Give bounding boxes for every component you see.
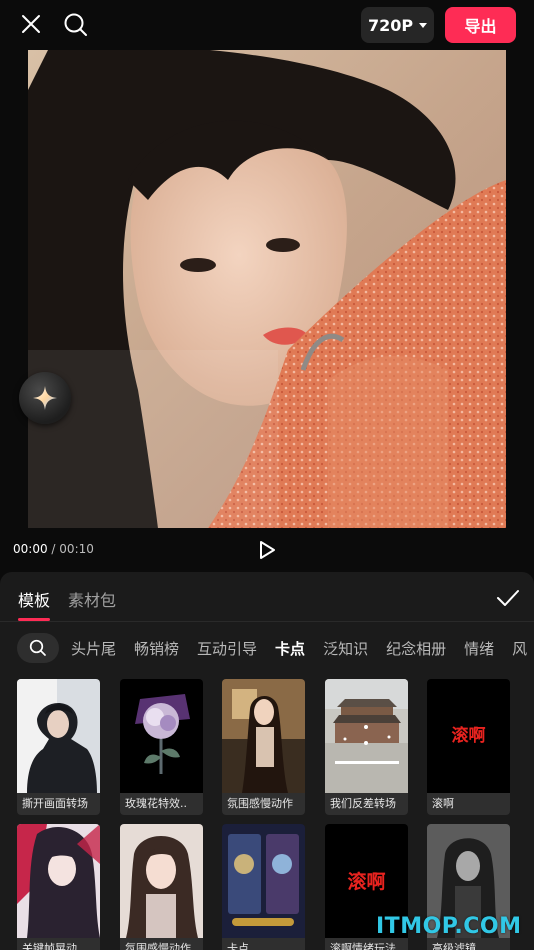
template-thumbnail — [222, 824, 305, 938]
video-preview[interactable] — [28, 50, 506, 528]
watermark: ITMOP.COM — [376, 914, 522, 939]
template-label: 滚啊 — [427, 793, 510, 815]
category-bar: 头片尾 畅销榜 互动引导 卡点 泛知识 纪念相册 情绪 风 — [17, 632, 534, 664]
category-memorial-album[interactable]: 纪念相册 — [386, 638, 446, 659]
thumb-text: 滚啊 — [347, 870, 385, 893]
caret-down-icon — [419, 22, 428, 28]
thumb-text: 滚啊 — [452, 725, 486, 746]
resolution-selector[interactable]: 720P — [361, 7, 434, 43]
playback-time: 00:00 / 00:10 — [13, 542, 94, 556]
preview-image — [28, 50, 506, 528]
template-thumbnail — [120, 679, 203, 793]
time-separator: / — [51, 542, 56, 556]
play-icon[interactable] — [256, 538, 278, 562]
template-card[interactable]: 关键帧晃动.. — [17, 824, 100, 950]
template-thumbnail — [325, 679, 408, 793]
category-style[interactable]: 风 — [512, 638, 527, 659]
panel-tabs: 模板 素材包 — [18, 587, 116, 621]
template-label: 卡点 — [222, 938, 305, 950]
template-label: 高级滤镜 — [427, 938, 510, 950]
template-thumbnail — [17, 824, 100, 938]
ai-magic-button[interactable] — [19, 372, 71, 424]
category-bestsellers[interactable]: 畅销榜 — [134, 638, 179, 659]
checkmark-icon[interactable] — [496, 588, 520, 608]
search-icon — [29, 639, 46, 656]
category-interactive[interactable]: 互动引导 — [197, 638, 257, 659]
category-knowledge[interactable]: 泛知识 — [323, 638, 368, 659]
export-button[interactable]: 导出 — [445, 7, 516, 43]
template-label: 关键帧晃动.. — [17, 938, 100, 950]
template-thumbnail — [222, 679, 305, 793]
current-time: 00:00 — [13, 542, 48, 556]
template-label: 氛围感慢动作 — [120, 938, 203, 950]
template-label: 我们反差转场 — [325, 793, 408, 815]
template-card[interactable]: 氛围感慢动作 — [120, 824, 203, 950]
template-card[interactable]: 卡点 — [222, 824, 305, 950]
template-thumbnail — [120, 824, 203, 938]
search-icon[interactable] — [60, 9, 92, 41]
template-card[interactable]: 滚啊 滚啊 — [427, 679, 510, 815]
template-card[interactable]: 玫瑰花特效.. — [120, 679, 203, 815]
template-thumbnail — [17, 679, 100, 793]
template-label: 撕开画面转场 — [17, 793, 100, 815]
panel-divider — [0, 621, 534, 622]
tab-material-packs[interactable]: 素材包 — [68, 587, 116, 621]
sparkle-icon — [33, 386, 57, 410]
close-icon[interactable] — [16, 9, 46, 39]
template-label: 玫瑰花特效.. — [120, 793, 203, 815]
template-label: 滚啊情绪玩法 — [325, 938, 408, 950]
template-label: 氛围感慢动作 — [222, 793, 305, 815]
template-card[interactable]: 氛围感慢动作 — [222, 679, 305, 815]
total-time: 00:10 — [59, 542, 94, 556]
resolution-label: 720P — [367, 15, 414, 35]
tab-templates[interactable]: 模板 — [18, 587, 51, 621]
template-card[interactable]: 我们反差转场 — [325, 679, 408, 815]
category-emotion[interactable]: 情绪 — [464, 638, 494, 659]
category-intro-outro[interactable]: 头片尾 — [71, 638, 116, 659]
top-bar: 720P 导出 — [0, 0, 534, 50]
category-beat-sync[interactable]: 卡点 — [275, 638, 305, 659]
template-thumbnail: 滚啊 — [427, 679, 510, 793]
category-search-button[interactable] — [17, 633, 59, 663]
template-card[interactable]: 撕开画面转场 — [17, 679, 100, 815]
